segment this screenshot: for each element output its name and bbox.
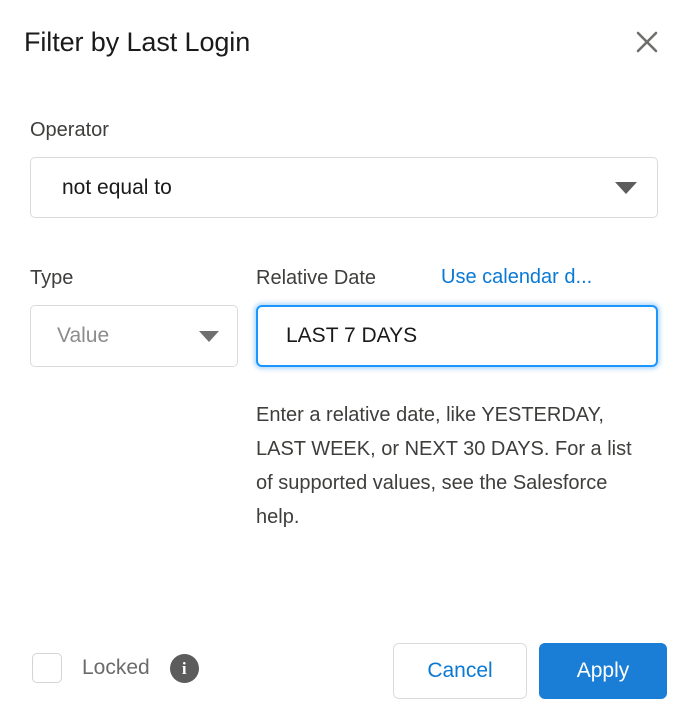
dialog-actions: Cancel Apply	[393, 643, 667, 699]
relative-date-label: Relative Date	[256, 267, 377, 289]
operator-selected-value: not equal to	[62, 175, 172, 199]
close-button[interactable]	[629, 24, 665, 60]
type-label: Type	[30, 267, 74, 289]
cancel-button[interactable]: Cancel	[393, 643, 527, 699]
chevron-down-icon	[615, 181, 637, 194]
locked-checkbox[interactable]	[32, 653, 62, 683]
chevron-down-icon	[199, 330, 219, 342]
type-selected-value: Value	[57, 324, 110, 347]
use-calendar-date-link[interactable]: Use calendar d...	[441, 266, 592, 289]
filter-dialog: Filter by Last Login Operator not equal …	[0, 0, 691, 721]
relative-date-help-text: Enter a relative date, like YESTERDAY, L…	[256, 404, 632, 528]
operator-label: Operator	[30, 119, 109, 141]
apply-button[interactable]: Apply	[539, 643, 667, 699]
type-select[interactable]: Value	[30, 305, 238, 367]
dialog-header: Filter by Last Login	[0, 0, 691, 84]
relative-date-input[interactable]	[256, 305, 658, 367]
locked-label: Locked	[82, 656, 150, 679]
page-title: Filter by Last Login	[24, 26, 251, 57]
relative-date-input-wrap	[256, 305, 658, 367]
locked-control-group: Locked i	[32, 653, 199, 683]
operator-select[interactable]: not equal to	[30, 157, 658, 218]
info-icon[interactable]: i	[169, 653, 199, 683]
close-icon	[634, 29, 660, 55]
